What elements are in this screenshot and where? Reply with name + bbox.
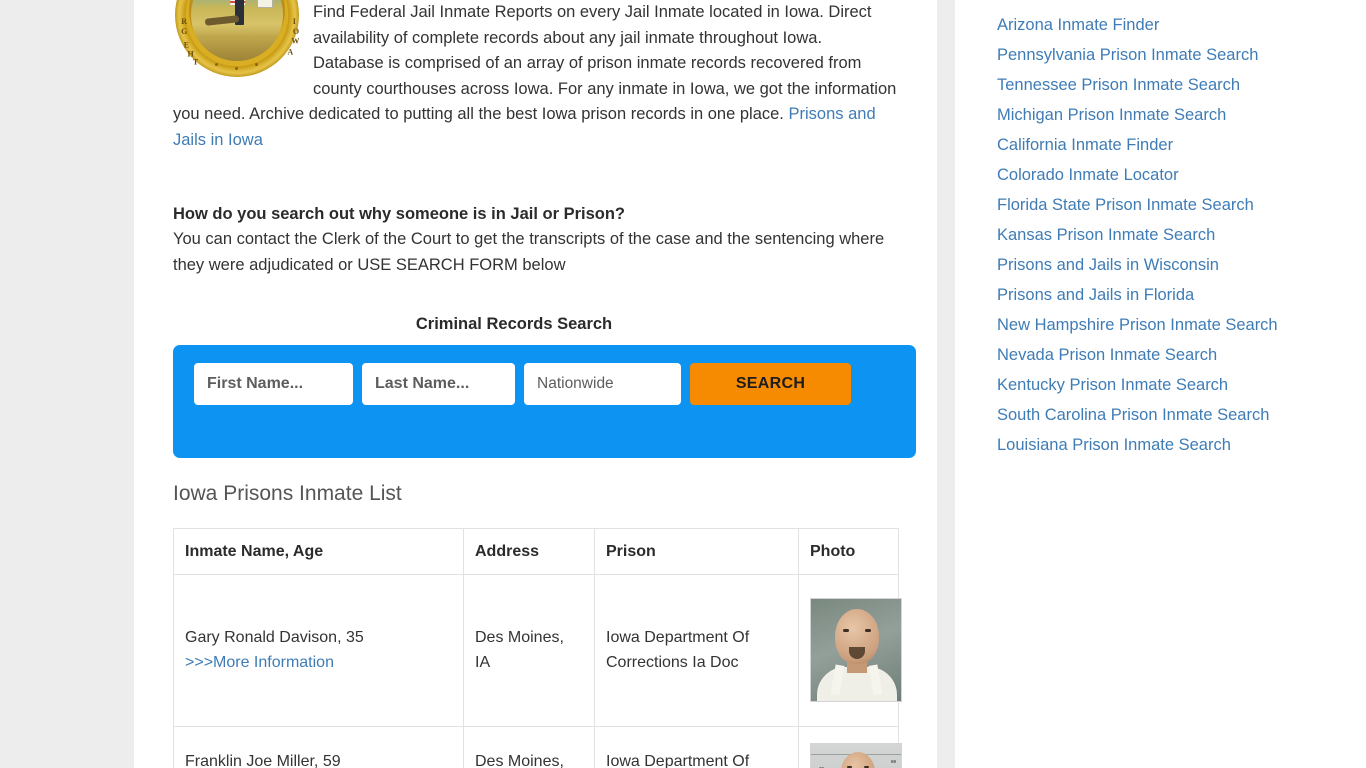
qa-answer: You can contact the Clerk of the Court t… <box>173 230 885 275</box>
inmate-name: Franklin Joe Miller, 59 <box>185 752 341 768</box>
inmate-name-cell: Gary Ronald Davison, 35 >>>More Informat… <box>173 573 464 727</box>
last-name-input[interactable] <box>362 362 515 405</box>
column-header-prison: Prison <box>594 527 799 575</box>
inmate-name-cell: Franklin Joe Miller, 59 >>>More Informat… <box>173 725 464 768</box>
sidebar-link-south-carolina-prison-inmate-search[interactable]: South Carolina Prison Inmate Search <box>997 402 1336 428</box>
sidebar-link-kentucky-prison-inmate-search[interactable]: Kentucky Prison Inmate Search <box>997 372 1336 398</box>
criminal-records-search-form: SEARCH <box>173 344 916 458</box>
more-information-link[interactable]: >>>More Information <box>185 650 451 675</box>
sidebar-link-florida-state-prison-inmate-search[interactable]: Florida State Prison Inmate Search <box>997 192 1336 218</box>
iowa-state-seal-icon: T H E G R I O W A <box>173 0 299 78</box>
criminal-records-search-title: Criminal Records Search <box>415 314 613 333</box>
inmate-address-cell: Des Moines, IA <box>463 573 595 727</box>
ruler-label-left: 70 <box>819 756 824 768</box>
sidebar-link-prisons-and-jails-in-florida[interactable]: Prisons and Jails in Florida <box>997 282 1336 308</box>
main-content-column: T H E G R I O W A Find Federal Jail Inma… <box>134 0 937 768</box>
inmate-prison-cell: Iowa Department Of Corrections Ia Doc <box>594 725 799 768</box>
sidebar-link-michigan-prison-inmate-search[interactable]: Michigan Prison Inmate Search <box>997 102 1336 128</box>
page-title: Iowa Prisons Inmate List <box>173 481 402 505</box>
sidebar-link-pennsylvania-prison-inmate-search[interactable]: Pennsylvania Prison Inmate Search <box>997 42 1336 68</box>
inmate-prison-cell: Iowa Department Of Corrections Ia Doc <box>594 573 799 727</box>
sidebar-link-list: Arizona Inmate Finder Pennsylvania Priso… <box>955 0 1366 458</box>
inmate-table: Inmate Name, Age Address Prison Photo Ga… <box>173 527 902 768</box>
inmate-photo-cell: 70 60 50 69 66 63 60 <box>798 725 902 768</box>
page-root: T H E G R I O W A Find Federal Jail Inma… <box>0 0 1366 768</box>
mugshot-image <box>810 598 902 703</box>
sidebar-link-louisiana-prison-inmate-search[interactable]: Louisiana Prison Inmate Search <box>997 432 1336 458</box>
first-name-input[interactable] <box>194 362 353 405</box>
sidebar-link-colorado-inmate-locator[interactable]: Colorado Inmate Locator <box>997 162 1336 188</box>
sidebar-link-nevada-prison-inmate-search[interactable]: Nevada Prison Inmate Search <box>997 342 1336 368</box>
column-header-photo: Photo <box>798 527 899 575</box>
table-header-row: Inmate Name, Age Address Prison Photo <box>173 527 899 575</box>
intro-section: T H E G R I O W A Find Federal Jail Inma… <box>173 0 901 154</box>
column-header-name: Inmate Name, Age <box>173 527 464 575</box>
sidebar-link-prisons-and-jails-in-wisconsin[interactable]: Prisons and Jails in Wisconsin <box>997 252 1336 278</box>
sidebar-link-california-inmate-finder[interactable]: California Inmate Finder <box>997 132 1336 158</box>
search-button[interactable]: SEARCH <box>690 362 851 405</box>
state-select[interactable] <box>524 362 681 405</box>
table-row: Gary Ronald Davison, 35 >>>More Informat… <box>173 573 902 727</box>
mugshot-image: 70 60 50 69 66 63 60 <box>810 742 902 768</box>
qa-section: How do you search out why someone is in … <box>173 202 901 279</box>
sidebar-link-tennessee-prison-inmate-search[interactable]: Tennessee Prison Inmate Search <box>997 72 1336 98</box>
ruler-label-right: 66 <box>891 763 896 768</box>
sidebar: Arizona Inmate Finder Pennsylvania Priso… <box>955 0 1366 768</box>
qa-question: How do you search out why someone is in … <box>173 204 626 223</box>
sidebar-link-kansas-prison-inmate-search[interactable]: Kansas Prison Inmate Search <box>997 222 1336 248</box>
sidebar-link-arizona-inmate-finder[interactable]: Arizona Inmate Finder <box>997 12 1336 38</box>
inmate-photo-cell <box>798 573 902 727</box>
inmate-address-cell: Des Moines, IA <box>463 725 595 768</box>
inmate-name: Gary Ronald Davison, 35 <box>185 629 364 647</box>
column-header-address: Address <box>463 527 595 575</box>
table-row: Franklin Joe Miller, 59 >>>More Informat… <box>173 725 902 768</box>
sidebar-link-new-hampshire-prison-inmate-search[interactable]: New Hampshire Prison Inmate Search <box>997 312 1336 338</box>
